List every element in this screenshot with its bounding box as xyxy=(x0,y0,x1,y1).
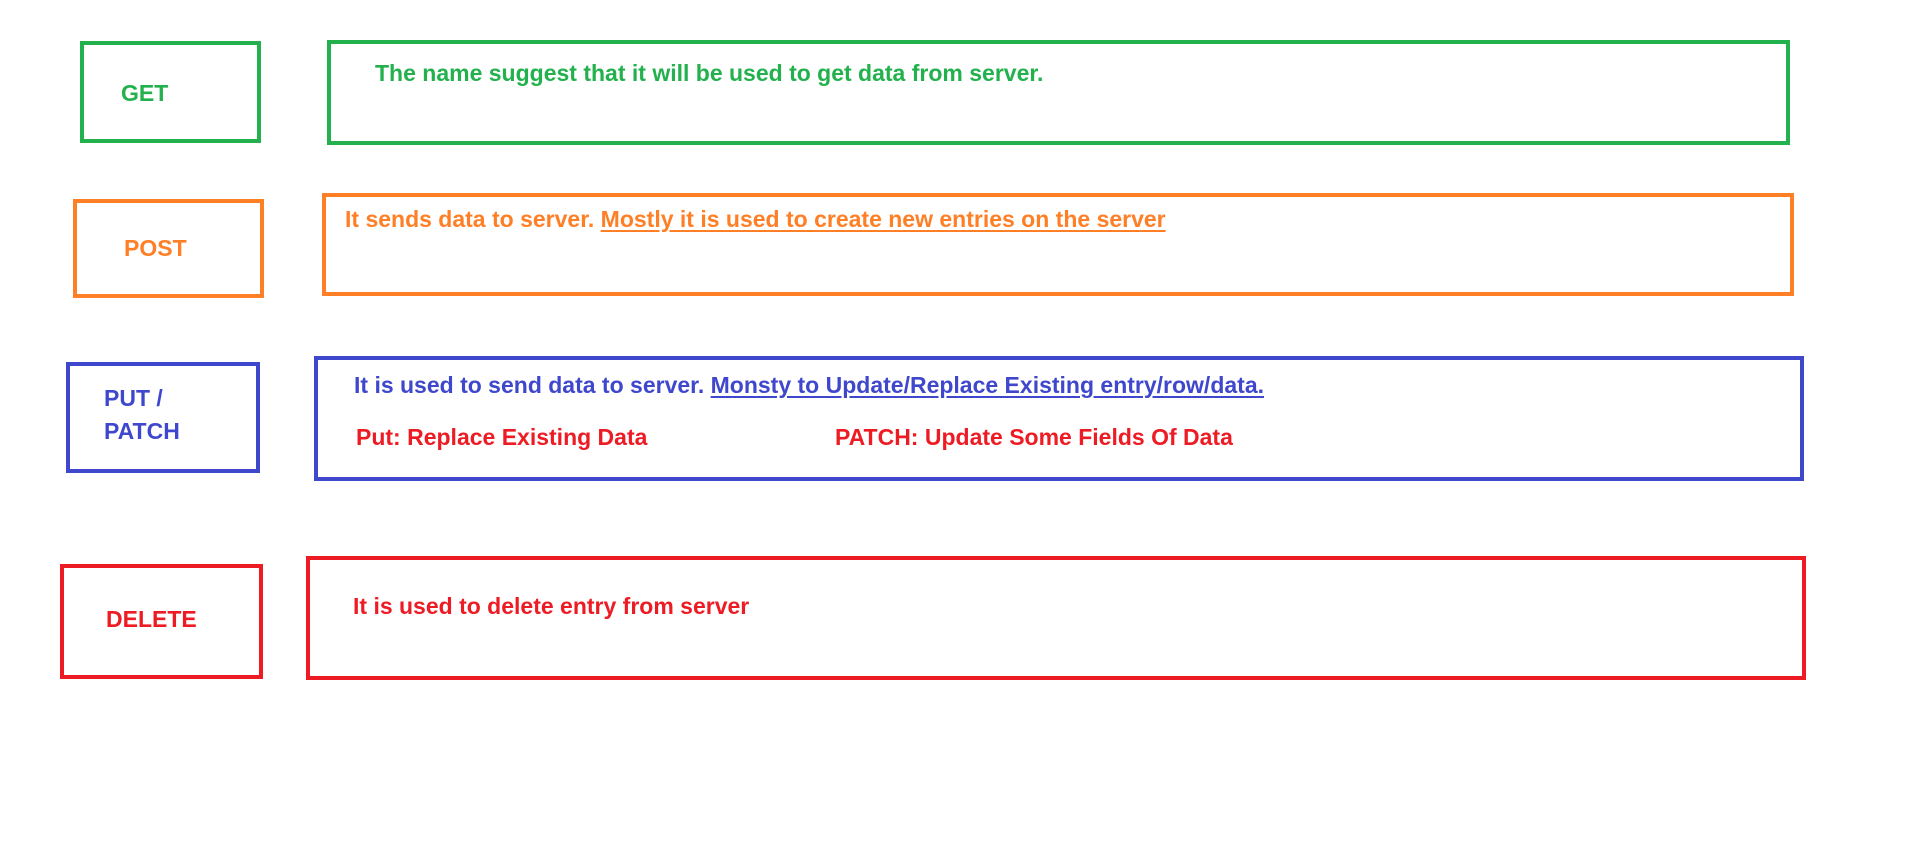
put-patch-description-plain: It is used to send data to server. xyxy=(354,372,705,398)
get-description-box xyxy=(327,40,1790,145)
delete-description-text: It is used to delete entry from server xyxy=(353,593,750,619)
post-description-underlined: Mostly it is used to create new entries … xyxy=(600,206,1166,232)
get-description-text: The name suggest that it will be used to… xyxy=(375,60,1044,86)
put-note: Put: Replace Existing Data xyxy=(356,424,648,450)
patch-label: PATCH xyxy=(104,418,180,444)
delete-method-label: DELETE xyxy=(106,606,197,632)
get-method-label: GET xyxy=(121,80,169,106)
put-patch-description-text: It is used to send data to server. Monst… xyxy=(354,370,1264,400)
put-patch-description-underlined: Monsty to Update/Replace Existing entry/… xyxy=(710,372,1265,398)
post-description-text: It sends data to server. Mostly it is us… xyxy=(345,204,1166,234)
post-description-plain: It sends data to server. xyxy=(345,206,595,232)
patch-note: PATCH: Update Some Fields Of Data xyxy=(835,424,1233,450)
put-patch-method-label: PUT / PATCH xyxy=(104,382,180,448)
get-method-box xyxy=(80,41,261,143)
put-label: PUT / xyxy=(104,385,163,411)
post-method-label: POST xyxy=(124,235,187,261)
